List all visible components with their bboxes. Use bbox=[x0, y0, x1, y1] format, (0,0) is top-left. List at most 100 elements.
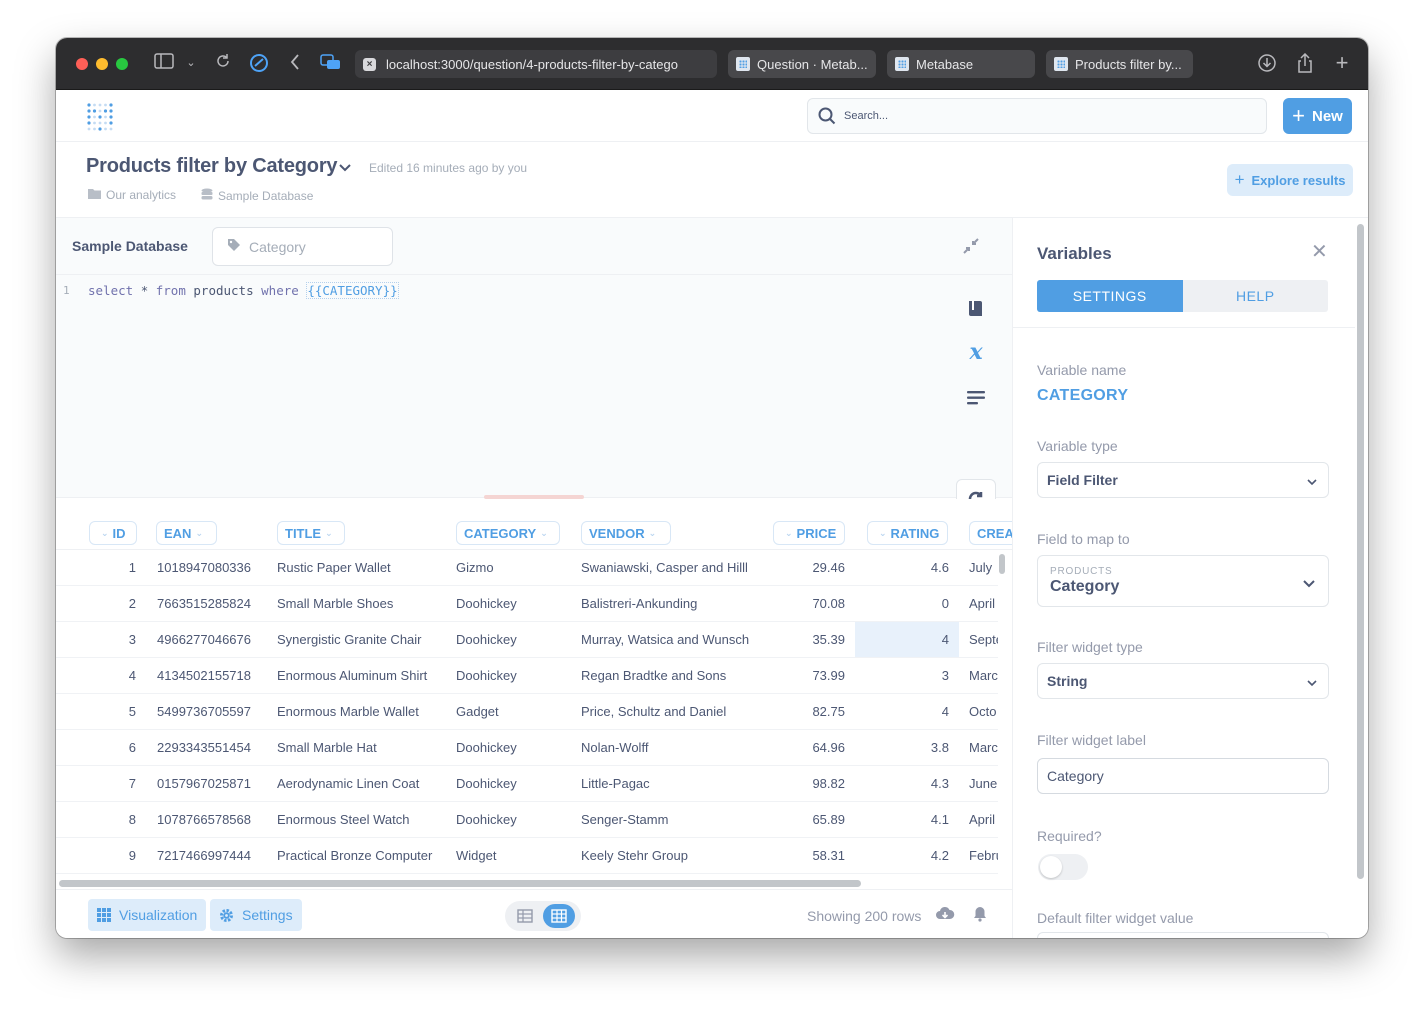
tab-overview-icon[interactable] bbox=[320, 53, 342, 71]
grid-view-icon[interactable] bbox=[543, 904, 575, 928]
cell-rating[interactable]: 4.2 bbox=[855, 838, 959, 873]
default-value-input[interactable] bbox=[1037, 932, 1329, 938]
cell-category[interactable]: Doohickey bbox=[456, 802, 566, 837]
cell-ean[interactable]: 7217466997444 bbox=[157, 838, 267, 873]
share-icon[interactable] bbox=[1294, 53, 1316, 73]
column-header-created[interactable]: CREA bbox=[969, 521, 1012, 545]
cell-created[interactable]: Marc bbox=[969, 730, 998, 765]
cell-created[interactable]: July bbox=[969, 550, 998, 585]
cell-created[interactable]: April bbox=[969, 802, 998, 837]
browser-tab-metabase[interactable]: Metabase bbox=[887, 50, 1035, 78]
cell-rating[interactable]: 3.8 bbox=[855, 730, 959, 765]
cell-ean[interactable]: 4134502155718 bbox=[157, 658, 267, 693]
cell-rating[interactable]: 4.6 bbox=[855, 550, 959, 585]
cell-category[interactable]: Doohickey bbox=[456, 658, 566, 693]
question-title[interactable]: Products filter by Category bbox=[86, 155, 338, 178]
column-header-price[interactable]: ⌄ PRICE bbox=[773, 521, 845, 545]
widget-label-input[interactable]: Category bbox=[1037, 758, 1329, 794]
cell-price[interactable]: 29.46 bbox=[775, 550, 845, 585]
table-row[interactable]: 1 1018947080336 Rustic Paper Wallet Gizmo Sw… bbox=[56, 550, 998, 586]
zoom-window-button[interactable] bbox=[116, 58, 128, 70]
cell-price[interactable]: 64.96 bbox=[775, 730, 845, 765]
visualization-button[interactable]: Visualization bbox=[88, 899, 207, 931]
browser-tab-question[interactable]: Question · Metab... bbox=[728, 50, 876, 78]
data-reference-icon[interactable] bbox=[963, 295, 989, 321]
snippets-icon[interactable] bbox=[963, 385, 989, 411]
column-header-title[interactable]: TITLE ⌄ bbox=[277, 521, 345, 545]
cell-price[interactable]: 70.08 bbox=[775, 586, 845, 621]
metabase-logo-icon[interactable] bbox=[86, 101, 114, 131]
table-row[interactable]: 2 7663515285824 Small Marble Shoes Doohicke… bbox=[56, 586, 998, 622]
breadcrumb-collection[interactable]: Our analytics bbox=[88, 188, 176, 202]
table-view-icon[interactable] bbox=[509, 904, 541, 928]
table-row[interactable]: 8 1078766578568 Enormous Steel Watch Doohic… bbox=[56, 802, 998, 838]
search-input[interactable]: Search... bbox=[807, 98, 1267, 134]
breadcrumb-database[interactable]: Sample Database bbox=[201, 188, 313, 203]
tab-settings[interactable]: SETTINGS bbox=[1037, 280, 1183, 312]
column-header-rating[interactable]: ⌄ RATING bbox=[867, 521, 948, 545]
vertical-scrollbar[interactable] bbox=[999, 554, 1005, 574]
table-row[interactable]: 7 0157967025871 Aerodynamic Linen Coat Dooh… bbox=[56, 766, 998, 802]
cell-title[interactable]: Enormous Marble Wallet bbox=[277, 694, 445, 729]
cell-category[interactable]: Doohickey bbox=[456, 622, 566, 657]
widget-type-select[interactable]: String bbox=[1037, 663, 1329, 699]
cell-created[interactable]: Septe bbox=[969, 622, 998, 657]
bell-icon[interactable] bbox=[972, 906, 988, 927]
close-icon[interactable]: ✕ bbox=[1311, 242, 1328, 262]
cell-vendor[interactable]: Little-Pagac bbox=[581, 766, 771, 801]
table-row[interactable]: 6 2293343551454 Small Marble Hat Doohickey N… bbox=[56, 730, 998, 766]
cell-price[interactable]: 35.39 bbox=[775, 622, 845, 657]
cell-id[interactable]: 4 bbox=[86, 658, 136, 693]
cell-rating[interactable]: 4 bbox=[855, 622, 959, 657]
back-icon[interactable] bbox=[284, 53, 306, 71]
cell-created[interactable]: April bbox=[969, 586, 998, 621]
field-map-select[interactable]: PRODUCTS Category bbox=[1037, 555, 1329, 607]
cell-ean[interactable]: 2293343551454 bbox=[157, 730, 267, 765]
cell-id[interactable]: 8 bbox=[86, 802, 136, 837]
cell-ean[interactable]: 7663515285824 bbox=[157, 586, 267, 621]
explore-results-button[interactable]: + Explore results bbox=[1227, 164, 1353, 196]
cell-price[interactable]: 65.89 bbox=[775, 802, 845, 837]
cell-price[interactable]: 98.82 bbox=[775, 766, 845, 801]
collapse-editor-icon[interactable] bbox=[962, 237, 980, 260]
cell-vendor[interactable]: Balistreri-Ankunding bbox=[581, 586, 771, 621]
new-button[interactable]: + New bbox=[1283, 98, 1352, 134]
cell-category[interactable]: Gadget bbox=[456, 694, 566, 729]
cell-category[interactable]: Doohickey bbox=[456, 766, 566, 801]
new-tab-icon[interactable]: + bbox=[1331, 52, 1353, 74]
required-toggle[interactable] bbox=[1038, 854, 1088, 880]
cell-price[interactable]: 82.75 bbox=[775, 694, 845, 729]
minimize-window-button[interactable] bbox=[96, 58, 108, 70]
horizontal-scrollbar[interactable] bbox=[59, 880, 861, 887]
cell-category[interactable]: Doohickey bbox=[456, 730, 566, 765]
cell-created[interactable]: Marc bbox=[969, 658, 998, 693]
cell-price[interactable]: 58.31 bbox=[775, 838, 845, 873]
cell-category[interactable]: Gizmo bbox=[456, 550, 566, 585]
cell-id[interactable]: 3 bbox=[86, 622, 136, 657]
cell-title[interactable]: Enormous Aluminum Shirt bbox=[277, 658, 445, 693]
sidebar-toggle-icon[interactable] bbox=[153, 53, 175, 69]
cell-vendor[interactable]: Regan Bradtke and Sons bbox=[581, 658, 771, 693]
cell-title[interactable]: Practical Bronze Computer bbox=[277, 838, 445, 873]
cell-rating[interactable]: 4 bbox=[855, 694, 959, 729]
address-bar[interactable]: × localhost:3000/question/4-products-fil… bbox=[355, 50, 717, 78]
browser-tab-products-filter[interactable]: Products filter by... bbox=[1046, 50, 1193, 78]
cell-created[interactable]: Octo bbox=[969, 694, 998, 729]
column-header-id[interactable]: ⌄ ID bbox=[89, 521, 137, 545]
cell-title[interactable]: Enormous Steel Watch bbox=[277, 802, 445, 837]
cell-id[interactable]: 5 bbox=[86, 694, 136, 729]
cell-title[interactable]: Rustic Paper Wallet bbox=[277, 550, 445, 585]
cell-vendor[interactable]: Senger-Stamm bbox=[581, 802, 771, 837]
download-results-icon[interactable] bbox=[935, 906, 955, 927]
cell-vendor[interactable]: Murray, Watsica and Wunsch bbox=[581, 622, 771, 657]
sidebar-scrollbar[interactable] bbox=[1357, 224, 1364, 879]
table-row[interactable]: 4 4134502155718 Enormous Aluminum Shirt Doo… bbox=[56, 658, 998, 694]
cell-ean[interactable]: 4966277046676 bbox=[157, 622, 267, 657]
cell-ean[interactable]: 5499736705597 bbox=[157, 694, 267, 729]
cell-rating[interactable]: 4.1 bbox=[855, 802, 959, 837]
sql-code[interactable]: select * from products where {{CATEGORY}… bbox=[88, 282, 399, 299]
last-edited-text[interactable]: Edited 16 minutes ago by you bbox=[369, 161, 527, 175]
cell-title[interactable]: Small Marble Shoes bbox=[277, 586, 445, 621]
cell-category[interactable]: Doohickey bbox=[456, 586, 566, 621]
privacy-shield-icon[interactable] bbox=[248, 53, 270, 73]
